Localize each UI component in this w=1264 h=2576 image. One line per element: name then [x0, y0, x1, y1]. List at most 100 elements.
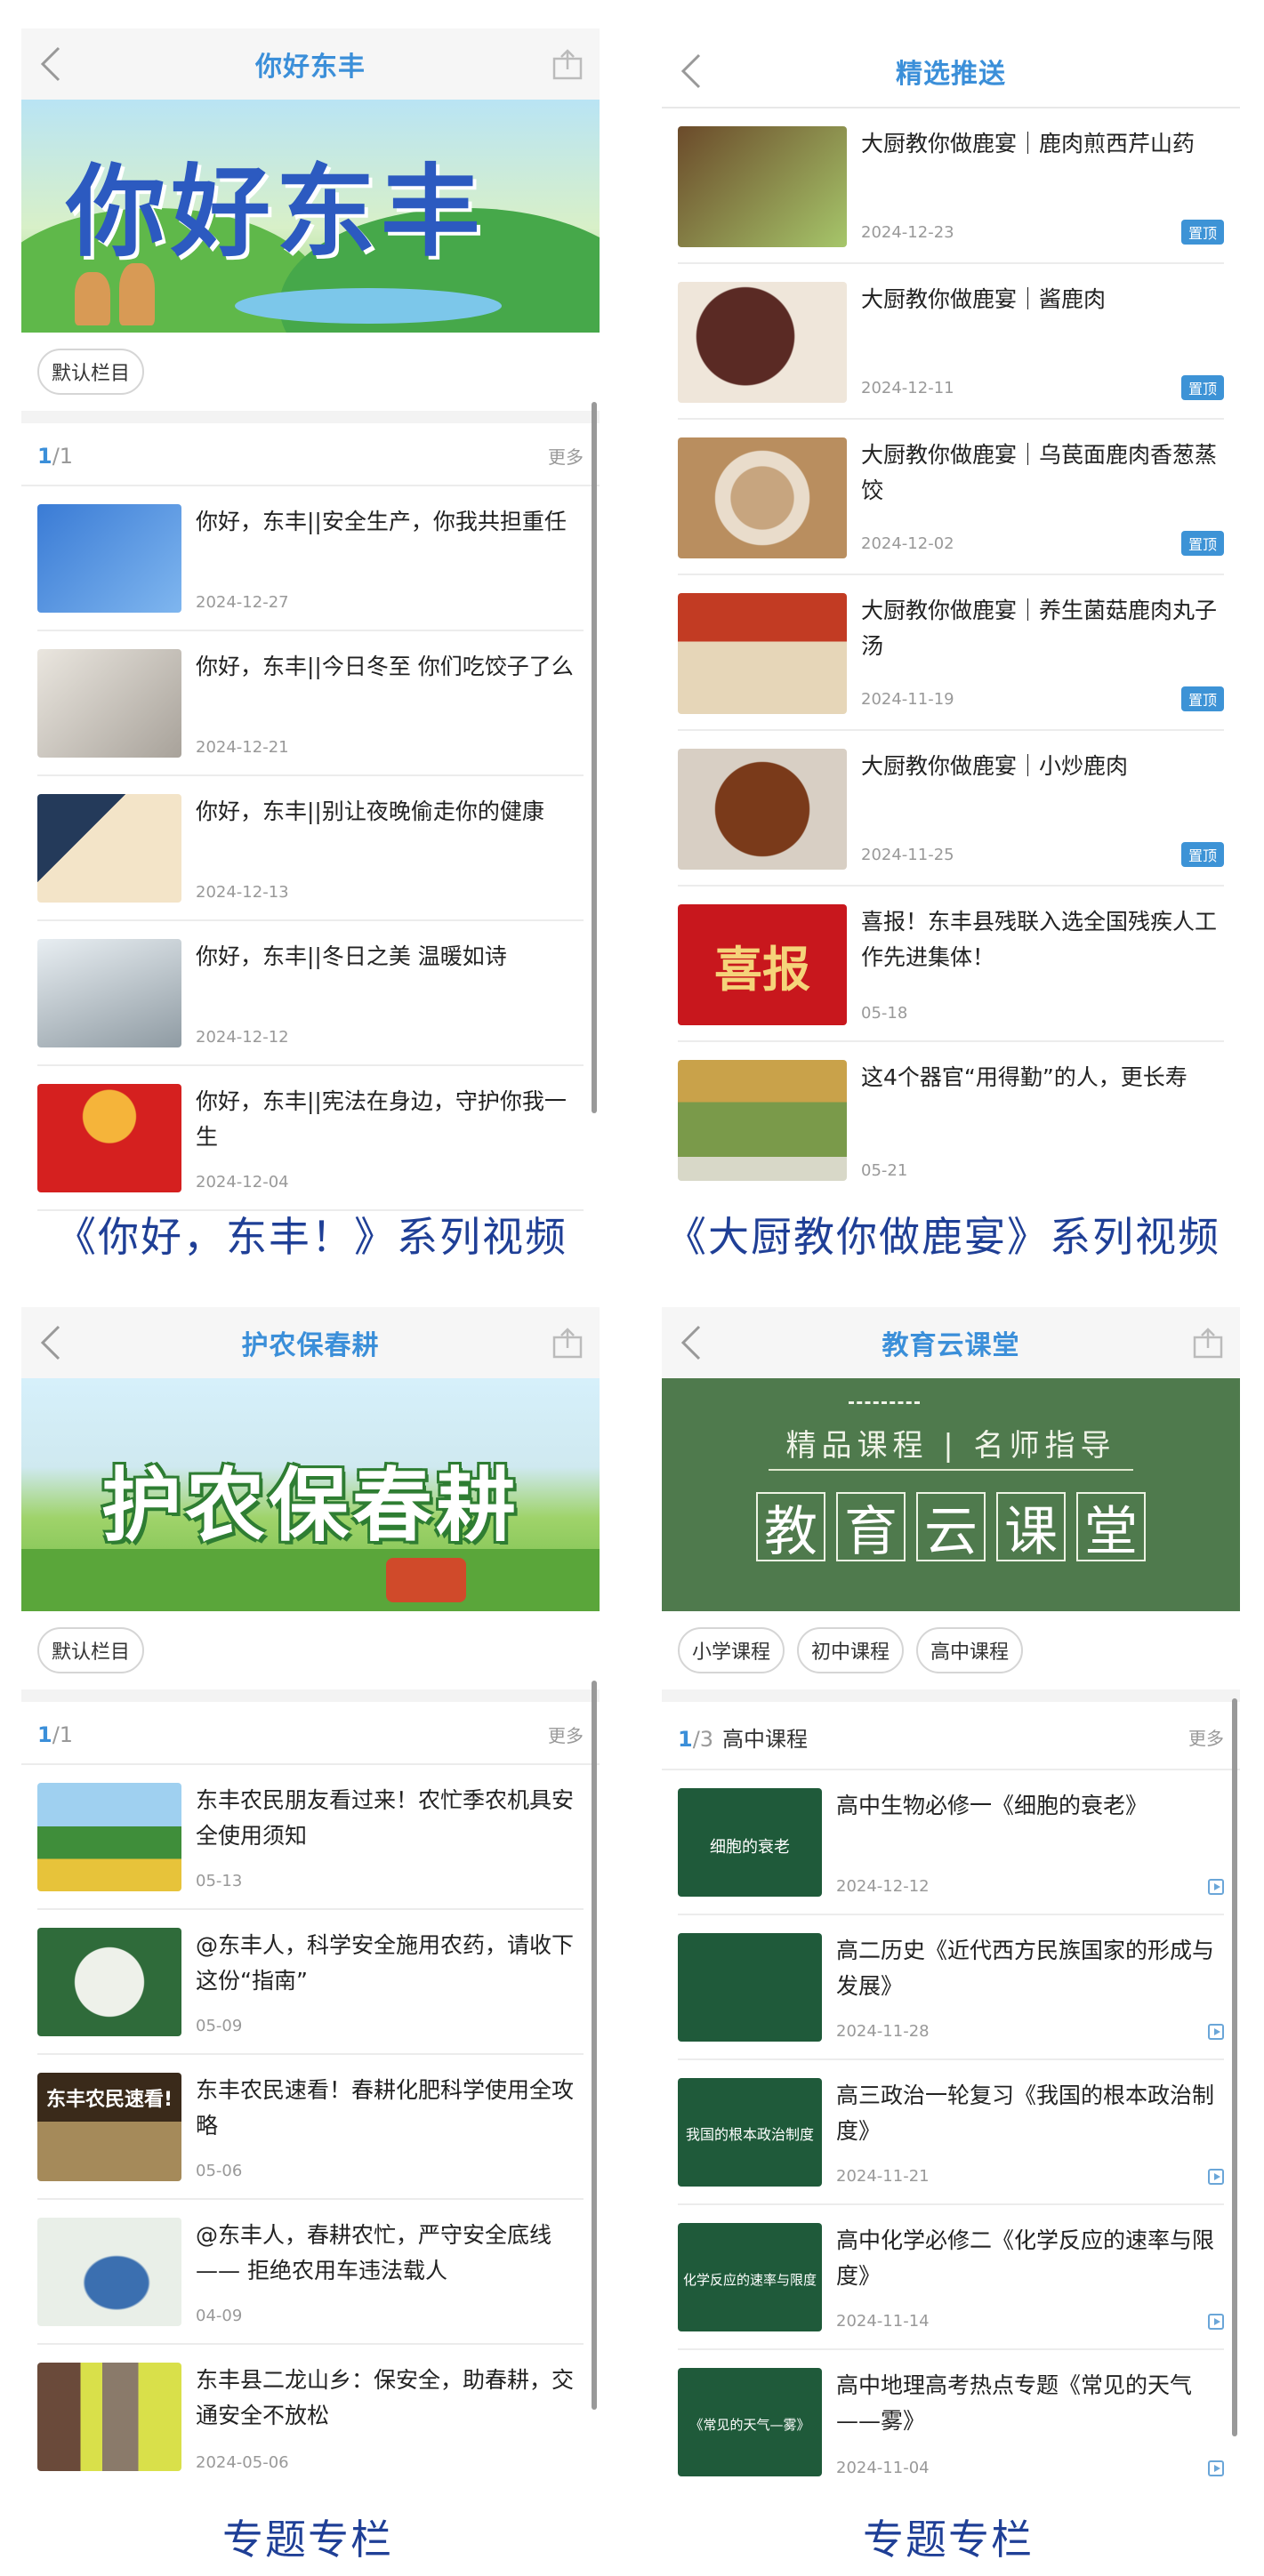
chip-default[interactable]: 默认栏目	[37, 1627, 145, 1673]
item-title: 大厨教你做鹿宴｜小炒鹿肉	[861, 753, 1129, 779]
nav-bar: 你好东丰	[21, 28, 600, 100]
banner-title: 你好东丰	[66, 154, 486, 270]
list-item[interactable]: 大厨教你做鹿宴｜养生菌菇鹿肉丸子汤 2024-11-19 置顶	[678, 575, 1224, 731]
thumbnail-text: 东丰农民速看!	[45, 2089, 173, 2111]
item-date: 2024-12-11	[861, 378, 954, 397]
item-title: 大厨教你做鹿宴｜养生菌菇鹿肉丸子汤	[861, 598, 1218, 659]
list-item[interactable]: 大厨教你做鹿宴｜小炒鹿肉 2024-11-25 置顶	[678, 731, 1224, 887]
panel-hello-dongfeng: 你好东丰 你好东丰 默认栏目 1/1 更多 你好，东丰||安全生产，你我共担重任…	[21, 28, 600, 1216]
scrollbar[interactable]	[592, 1681, 597, 2410]
page-title: 精选推送	[896, 59, 1006, 90]
item-date: 2024-05-06	[196, 2453, 289, 2472]
chip-junior[interactable]: 初中课程	[797, 1627, 905, 1673]
item-title: 东丰农民朋友看过来！农忙季农机具安全使用须知	[196, 1787, 575, 1849]
panel-featured: 精选推送 大厨教你做鹿宴｜鹿肉煎西芹山药 2024-12-23 置顶 大厨教你做鹿…	[662, 36, 1240, 1223]
thumbnail: 东丰农民速看!	[37, 2073, 181, 2181]
section-header: 1/1 更多	[21, 1702, 600, 1765]
item-date: 2024-12-13	[196, 883, 289, 902]
play-icon[interactable]	[1208, 2460, 1224, 2476]
item-date: 2024-11-25	[861, 845, 954, 864]
thumbnail	[678, 593, 847, 714]
section-label: 高中课程	[722, 1727, 809, 1752]
list-item[interactable]: 你好，东丰||宪法在身边，守护你我一生 2024-12-04	[37, 1066, 584, 1211]
item-title: 喜报！东丰县残联入选全国残疾人工作先进集体！	[861, 909, 1218, 970]
list-item[interactable]: 《常见的天气—雾》 高中地理高考热点专题《常见的天气——雾》 2024-11-0…	[678, 2350, 1224, 2495]
banner-image[interactable]: 精品课程 | 名师指导 教 育 云 课 堂	[662, 1378, 1240, 1611]
list-item[interactable]: 你好，东丰||安全生产，你我共担重任 2024-12-27	[37, 486, 584, 631]
list-item[interactable]: 高二历史《近代西方民族国家的形成与发展》 2024-11-28	[678, 1915, 1224, 2060]
section-header: 1/1 更多	[21, 423, 600, 486]
list-item[interactable]: 这4个器官“用得勤”的人，更长寿 05-21	[678, 1042, 1224, 1198]
play-icon[interactable]	[1208, 2313, 1224, 2330]
item-date: 05-21	[861, 1161, 908, 1180]
item-title: 高三政治一轮复习《我国的根本政治制度》	[836, 2082, 1215, 2144]
caption-special-column: 专题专栏	[863, 2516, 1034, 2564]
item-title: @东丰人，科学安全施用农药，请收下这份“指南”	[196, 1932, 575, 1994]
thumbnail	[37, 939, 181, 1047]
category-chips: 默认栏目	[21, 333, 600, 423]
section-header: 1/3 高中课程 更多	[662, 1702, 1240, 1770]
thumbnail	[678, 749, 847, 870]
thumbnail	[37, 1783, 181, 1891]
scrollbar[interactable]	[1232, 1698, 1237, 2436]
panel-spring-farming: 护农保春耕 护农保春耕 默认栏目 1/1 更多 东丰农民朋友看过来！农忙季农机具…	[21, 1307, 600, 2497]
chip-default[interactable]: 默认栏目	[37, 349, 145, 395]
pinned-badge: 置顶	[1180, 220, 1224, 245]
play-icon[interactable]	[1208, 2023, 1224, 2040]
list-item[interactable]: 大厨教你做鹿宴｜鹿肉煎西芹山药 2024-12-23 置顶	[678, 108, 1224, 264]
item-date: 2024-11-21	[836, 2167, 930, 2186]
list-item[interactable]: 东丰县二龙山乡：保安全，助春耕，交通安全不放松 2024-05-06	[37, 2345, 584, 2490]
pinned-badge: 置顶	[1180, 686, 1224, 711]
list-item[interactable]: 东丰农民朋友看过来！农忙季农机具安全使用须知 05-13	[37, 1765, 584, 1910]
banner-image[interactable]: 你好东丰	[21, 100, 600, 333]
item-date: 2024-11-04	[836, 2459, 930, 2477]
nav-bar: 护农保春耕	[21, 1307, 600, 1378]
list-item[interactable]: 你好，东丰||别让夜晚偷走你的健康 2024-12-13	[37, 776, 584, 921]
play-icon[interactable]	[1208, 1878, 1224, 1895]
scrollbar[interactable]	[592, 402, 597, 1113]
course-list: 细胞的衰老 高中生物必修一《细胞的衰老》 2024-12-12 高二历史《近代西…	[662, 1770, 1240, 2495]
list-item[interactable]: 大厨教你做鹿宴｜乌苠面鹿肉香葱蒸饺 2024-12-02 置顶	[678, 420, 1224, 575]
share-icon[interactable]	[1192, 1327, 1224, 1359]
thumbnail: 《常见的天气—雾》	[678, 2368, 822, 2476]
banner-image[interactable]: 护农保春耕	[21, 1378, 600, 1611]
chevron-left-icon[interactable]	[37, 1323, 66, 1362]
list-item[interactable]: 喜报 喜报！东丰县残联入选全国残疾人工作先进集体！ 05-18	[678, 887, 1224, 1042]
list-item[interactable]: 你好，东丰||今日冬至 你们吃饺子了么 2024-12-21	[37, 631, 584, 776]
list-item[interactable]: 东丰农民速看! 东丰农民速看！春耕化肥科学使用全攻略 05-06	[37, 2055, 584, 2200]
chip-primary[interactable]: 小学课程	[678, 1627, 785, 1673]
share-icon[interactable]	[551, 48, 584, 80]
item-title: 大厨教你做鹿宴｜酱鹿肉	[861, 286, 1107, 312]
item-date: 05-13	[196, 1872, 243, 1890]
item-date: 04-09	[196, 2307, 243, 2325]
more-link[interactable]: 更多	[1188, 1724, 1224, 1750]
thumbnail-text: 我国的根本政治制度	[685, 2126, 814, 2143]
list-item[interactable]: @东丰人，科学安全施用农药，请收下这份“指南” 05-09	[37, 1910, 584, 2055]
thumbnail-text: 喜报	[714, 940, 810, 998]
more-link[interactable]: 更多	[548, 443, 584, 469]
item-date: 2024-11-19	[861, 689, 954, 709]
chevron-left-icon[interactable]	[678, 1323, 706, 1362]
item-title: 大厨教你做鹿宴｜乌苠面鹿肉香葱蒸饺	[861, 442, 1218, 503]
page-indicator: 1/1	[37, 1721, 74, 1747]
list-item[interactable]: 大厨教你做鹿宴｜酱鹿肉 2024-12-11 置顶	[678, 264, 1224, 420]
list-item[interactable]: 化学反应的速率与限度 高中化学必修二《化学反应的速率与限度》 2024-11-1…	[678, 2205, 1224, 2350]
item-title: 高中生物必修一《细胞的衰老》	[836, 1793, 1148, 1818]
share-icon[interactable]	[551, 1327, 584, 1359]
list-item[interactable]: 我国的根本政治制度 高三政治一轮复习《我国的根本政治制度》 2024-11-21	[678, 2060, 1224, 2205]
caption-hello-dongfeng: 《你好，东丰！》系列视频	[55, 1213, 568, 1261]
item-title: @东丰人，春耕农忙，严守安全底线—— 拒绝农用车违法载人	[196, 2222, 552, 2283]
page-title: 教育云课堂	[882, 1330, 1020, 1361]
chevron-left-icon[interactable]	[678, 52, 706, 91]
item-date: 2024-12-12	[836, 1877, 930, 1896]
play-icon[interactable]	[1208, 2168, 1224, 2185]
more-link[interactable]: 更多	[548, 1721, 584, 1747]
list-item[interactable]: @东丰人，春耕农忙，严守安全底线—— 拒绝农用车违法载人 04-09	[37, 2200, 584, 2345]
item-date: 2024-12-21	[196, 738, 289, 757]
chip-senior[interactable]: 高中课程	[916, 1627, 1024, 1673]
list-item[interactable]: 你好，东丰||冬日之美 温暖如诗 2024-12-12	[37, 921, 584, 1066]
list-item[interactable]: 细胞的衰老 高中生物必修一《细胞的衰老》 2024-12-12	[678, 1770, 1224, 1915]
item-date: 2024-12-23	[861, 222, 954, 242]
thumbnail	[37, 794, 181, 903]
chevron-left-icon[interactable]	[37, 44, 66, 84]
